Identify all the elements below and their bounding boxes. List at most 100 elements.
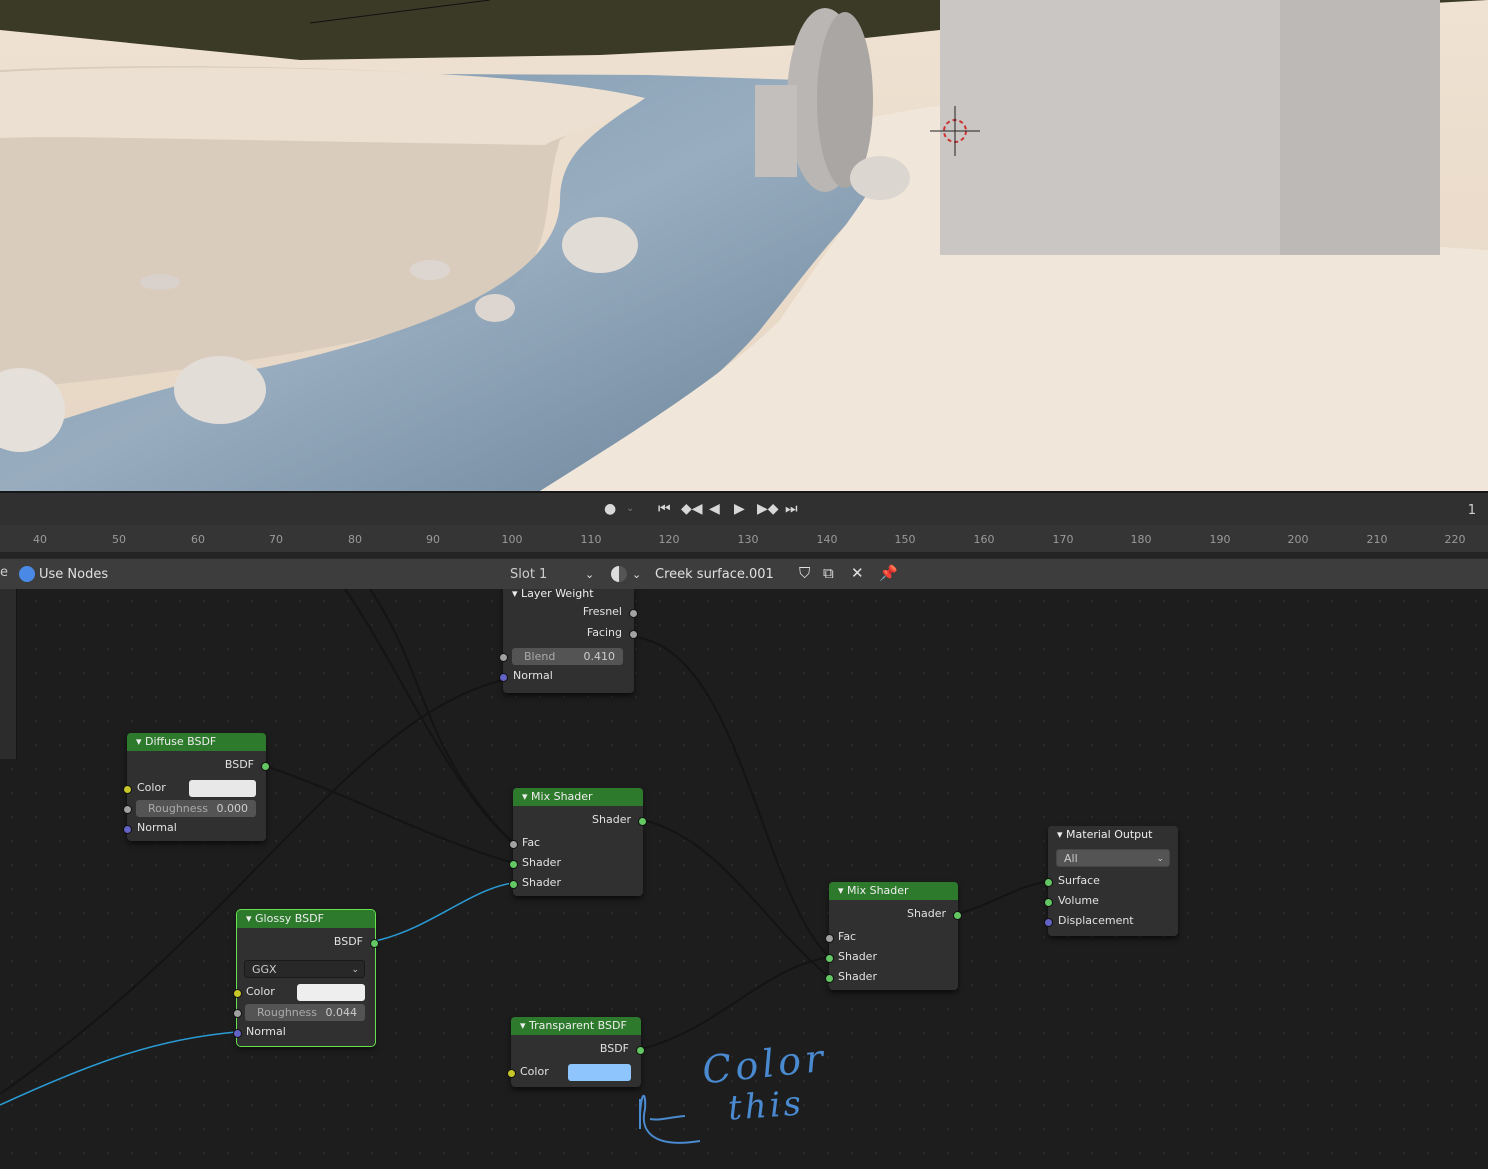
material-sphere-icon[interactable] [611,566,627,582]
timeline-playback-bar: ● ⌄ ⏮ ◆◀ ◀ ▶ ▶◆ ⏭ 1 [0,491,1488,525]
node-header[interactable]: ▾ Diffuse BSDF [127,733,266,751]
diffuse-bsdf-node[interactable]: ▾ Diffuse BSDF BSDF Color Roughness 0.00… [123,733,270,841]
node-header[interactable]: ▾ Material Output [1048,826,1178,844]
current-frame[interactable]: 1 [1468,503,1476,518]
input-socket[interactable] [123,785,132,794]
link-wire [957,880,1049,915]
node-header[interactable]: ▾ Glossy BSDF [237,910,375,928]
3d-viewport[interactable] [0,0,1488,491]
input-socket[interactable] [509,880,518,889]
distribution-dropdown[interactable]: GGX ⌄ [244,960,365,978]
ruler-tick: 160 [973,533,995,546]
pin-icon[interactable]: 📌 [879,564,898,582]
prev-keyframe-icon[interactable]: ◆◀ [681,501,703,517]
output-socket[interactable] [370,939,379,948]
node-header[interactable]: ▾ Transparent BSDF [511,1017,641,1035]
ruler-tick: 140 [816,533,838,546]
input-socket[interactable] [1044,898,1053,907]
target-dropdown[interactable]: All ⌄ [1056,849,1170,867]
node-header[interactable]: ▾ Mix Shader [829,882,958,900]
chevron-down-icon: ⌄ [1156,854,1164,864]
input-socket[interactable] [233,989,242,998]
keying-dropdown-icon[interactable]: ⌄ [626,501,634,517]
socket-label: Normal [246,1025,286,1038]
ruler-tick: 150 [894,533,916,546]
input-socket[interactable] [825,974,834,983]
input-socket[interactable] [123,825,132,834]
roughness-field[interactable]: Roughness 0.000 [136,800,256,817]
layer-weight-node[interactable]: ▾ Layer Weight Fresnel Facing Blend 0.41… [499,589,638,693]
next-keyframe-icon[interactable]: ▶◆ [757,501,779,517]
link-wire [640,956,830,1050]
field-value: 0.410 [583,650,616,663]
color-swatch[interactable] [568,1064,631,1081]
color-swatch[interactable] [297,984,365,1001]
input-socket[interactable] [233,1029,242,1038]
material-output-node[interactable]: ▾ Material Output All ⌄ Surface Volume D… [1044,826,1178,936]
glossy-bsdf-node[interactable]: ▾ Glossy BSDF BSDF GGX ⌄ Color Roughness… [233,909,379,1047]
socket-label: Shader [522,876,561,889]
node-title: Mix Shader [847,884,909,897]
viewport-render [0,0,1488,491]
fake-user-shield-icon[interactable]: ⛉ [799,564,810,582]
play-icon[interactable]: ▶ [734,501,745,517]
use-nodes-checkbox[interactable] [19,566,35,582]
ruler-tick: 200 [1287,533,1309,546]
input-socket[interactable] [509,860,518,869]
output-socket[interactable] [638,817,647,826]
ruler-tick: 130 [737,533,759,546]
input-socket[interactable] [825,934,834,943]
socket-label: Color [137,781,166,794]
blend-field[interactable]: Blend 0.410 [512,648,623,665]
chevron-down-icon[interactable]: ⌄ [632,568,641,581]
node-editor-header: e Use Nodes Slot 1 ⌄ ⌄ Creek surface.001… [0,558,1488,591]
link-wire [265,765,514,864]
truncated-menu[interactable]: e [0,565,8,580]
mix-shader-node[interactable]: ▾ Mix Shader Shader Fac Shader Shader [825,882,962,990]
socket-label: BSDF [333,935,363,948]
socket-label: Facing [586,626,622,639]
input-socket[interactable] [499,673,508,682]
node-title: Diffuse BSDF [145,735,217,748]
output-socket[interactable] [629,609,638,618]
output-socket[interactable] [261,762,270,771]
field-label: Blend [524,650,556,663]
transparent-bsdf-node[interactable]: ▾ Transparent BSDF BSDF Color [507,1017,645,1087]
duplicate-material-icon[interactable]: ⧉ [823,564,834,582]
socket-label: Color [246,985,275,998]
input-socket[interactable] [499,653,508,662]
output-socket[interactable] [636,1046,645,1055]
use-nodes-label: Use Nodes [39,567,109,582]
node-header[interactable]: ▾ Mix Shader [513,788,643,806]
socket-label: Shader [838,950,877,963]
output-socket[interactable] [629,630,638,639]
input-socket[interactable] [1044,878,1053,887]
socket-label: Shader [592,813,631,826]
input-socket[interactable] [507,1069,516,1078]
node-header[interactable]: ▾ Layer Weight [503,589,634,603]
close-icon[interactable]: ✕ [851,564,864,582]
input-socket[interactable] [233,1009,242,1018]
input-socket[interactable] [509,840,518,849]
output-socket[interactable] [953,911,962,920]
mix-shader-node[interactable]: ▾ Mix Shader Shader Fac Shader Shader [509,788,647,896]
input-socket[interactable] [1044,918,1053,927]
dropdown-value: All [1064,852,1078,865]
ruler-tick: 40 [33,533,47,546]
color-swatch[interactable] [189,780,256,797]
node-links [0,589,1049,1106]
ruler-tick: 210 [1366,533,1388,546]
record-keyframe-icon[interactable]: ● [604,501,616,517]
slot-dropdown[interactable]: Slot 1 [510,567,547,582]
jump-end-icon[interactable]: ⏭ [785,501,798,517]
chevron-down-icon[interactable]: ⌄ [585,568,594,581]
node-editor-canvas[interactable]: ▾ Layer Weight Fresnel Facing Blend 0.41… [0,589,1488,1169]
play-reverse-icon[interactable]: ◀ [709,501,720,517]
link-wire [642,819,830,978]
field-label: Roughness [148,802,209,815]
input-socket[interactable] [825,954,834,963]
jump-start-icon[interactable]: ⏮ [658,501,671,517]
material-name-field[interactable]: Creek surface.001 [655,567,774,582]
input-socket[interactable] [123,805,132,814]
roughness-field[interactable]: Roughness 0.044 [245,1004,365,1021]
